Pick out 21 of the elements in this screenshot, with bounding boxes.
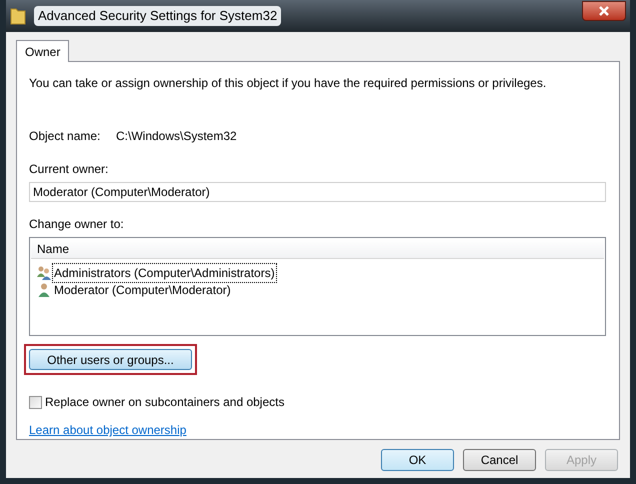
- users-icon: [36, 264, 52, 280]
- object-name-label: Object name:: [29, 128, 102, 145]
- list-item[interactable]: Administrators (Computer\Administrators): [52, 262, 277, 282]
- dialog-button[interactable]: Cancel: [463, 449, 536, 471]
- user-icon: [36, 282, 52, 298]
- folder-icon: [10, 7, 26, 25]
- object-name-value: C:\Windows\System32: [116, 128, 237, 145]
- current-owner-field: Moderator (Computer\Moderator): [29, 182, 606, 202]
- change-owner-label: Change owner to:: [29, 216, 125, 233]
- list-item[interactable]: Moderator (Computer\Moderator): [52, 280, 233, 300]
- checkbox[interactable]: [29, 396, 42, 408]
- tab[interactable]: Owner: [16, 40, 70, 62]
- close-icon: [599, 6, 609, 16]
- window-title: Advanced Security Settings for System32: [34, 6, 282, 26]
- close-button[interactable]: [582, 1, 626, 21]
- current-owner-label: Current owner:: [29, 161, 110, 178]
- dialog-button[interactable]: OK: [381, 449, 454, 471]
- ownership-link[interactable]: Learn about object ownership: [29, 421, 186, 439]
- checkbox-label: Replace owner on subcontainers and objects: [45, 394, 284, 411]
- other-users-button[interactable]: Other users or groups...: [29, 349, 192, 370]
- intro-text: You can take or assign ownership of this object if you have the required permissions or privileges.: [29, 75, 548, 92]
